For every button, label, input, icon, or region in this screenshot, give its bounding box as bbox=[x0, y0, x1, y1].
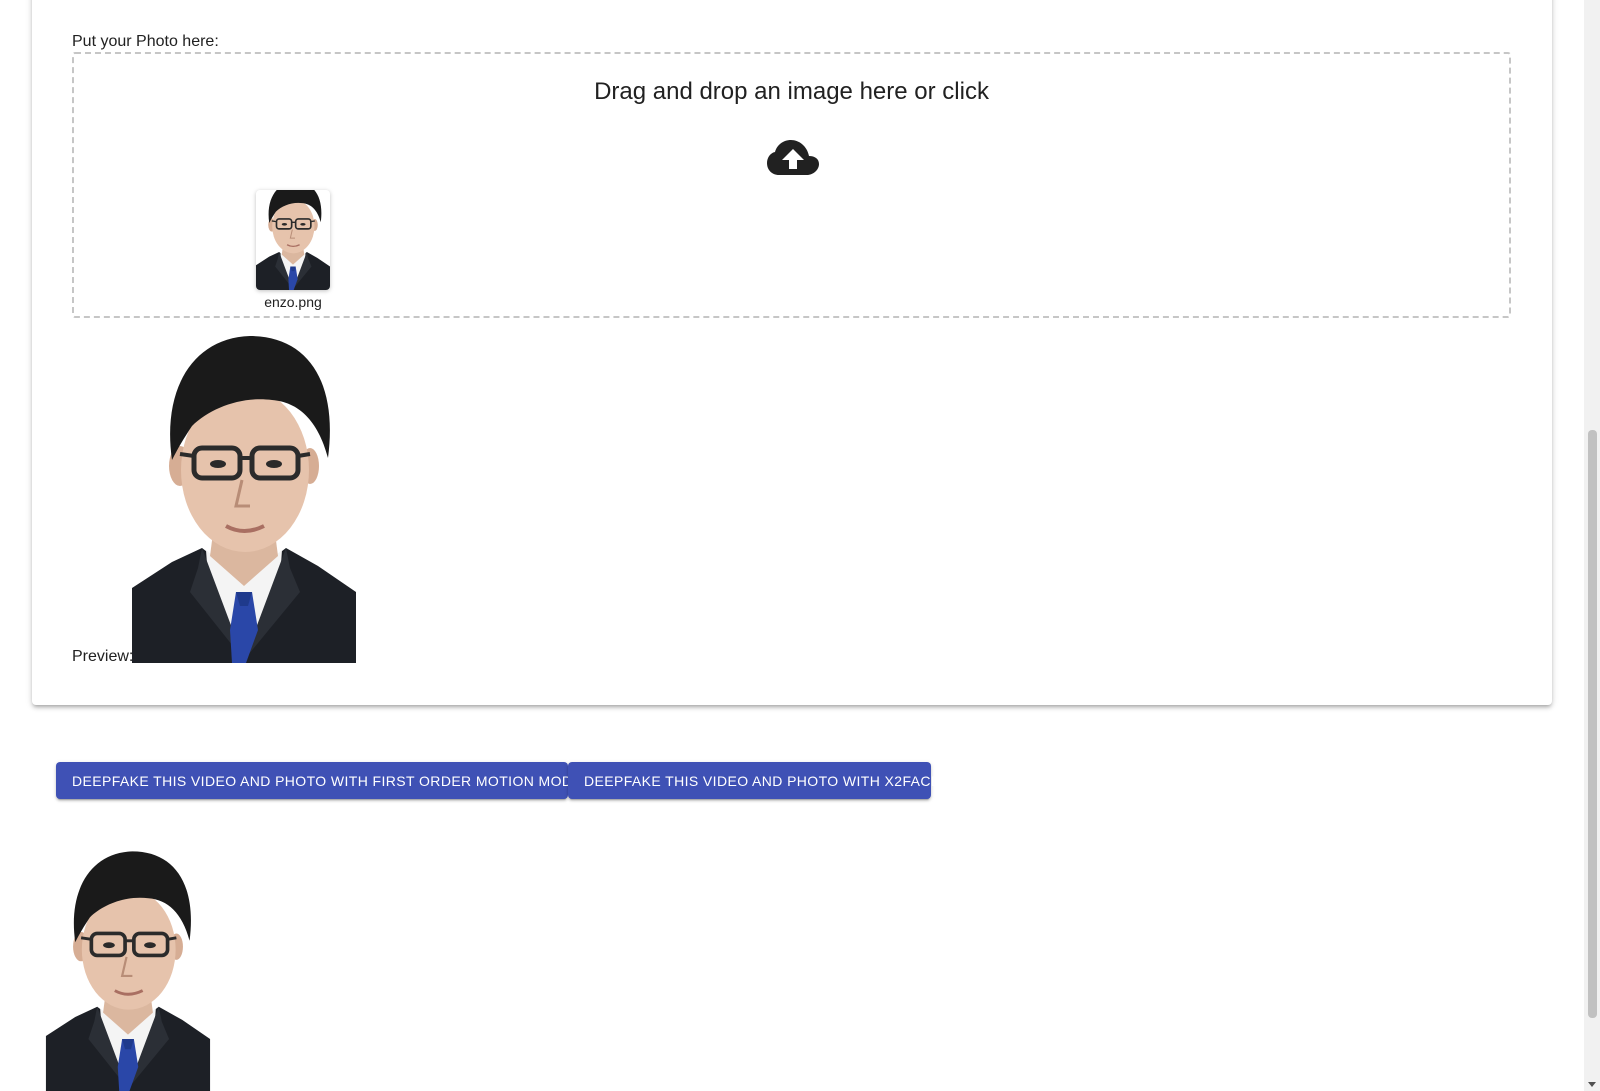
uploaded-file-name: enzo.png bbox=[264, 294, 322, 310]
photo-label: Put your Photo here: bbox=[72, 33, 219, 50]
preview-label: Preview: bbox=[72, 648, 134, 665]
deepfake-x2face-button[interactable]: DEEPFAKE THIS VIDEO AND PHOTO WITH X2FAC… bbox=[568, 762, 940, 799]
scroll-down-arrow-icon[interactable] bbox=[1588, 1082, 1596, 1087]
preview-image bbox=[132, 330, 356, 663]
deepfake-first-order-button[interactable]: DEEPFAKE THIS VIDEO AND PHOTO WITH FIRST… bbox=[56, 762, 590, 799]
vertical-scrollbar[interactable] bbox=[1584, 0, 1600, 1091]
scrollbar-thumb[interactable] bbox=[1588, 430, 1597, 1018]
image-dropzone[interactable]: Drag and drop an image here or click enz… bbox=[72, 52, 1511, 318]
dropzone-text: Drag and drop an image here or click bbox=[594, 78, 989, 105]
result-image bbox=[16, 847, 240, 1091]
uploaded-image-thumbnail[interactable] bbox=[256, 190, 330, 290]
cloud-upload-icon bbox=[767, 140, 819, 175]
